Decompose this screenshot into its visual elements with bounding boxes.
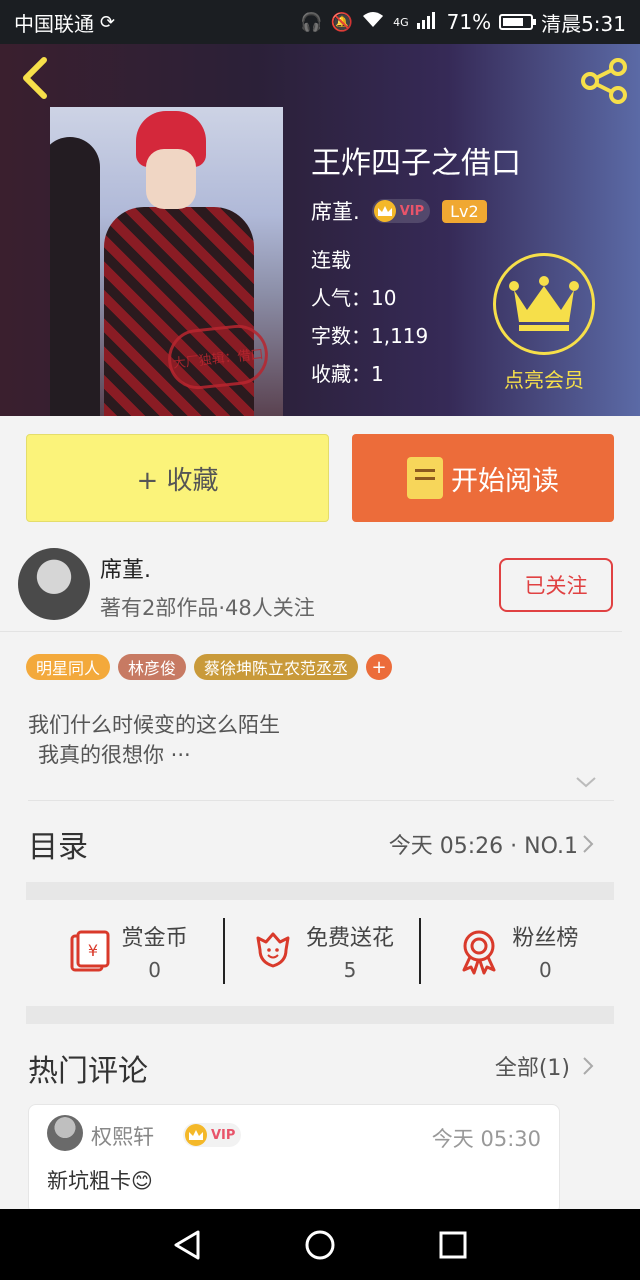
start-reading-button[interactable]: 开始阅读 — [352, 434, 614, 522]
comment-card[interactable]: 权熙轩 VIP 今天 05:30 新坑粗卡😊 — [28, 1104, 560, 1214]
share-icon — [581, 58, 627, 104]
reward-coins[interactable]: ¥ 赏金币 0 — [28, 902, 223, 1000]
share-button[interactable] — [578, 58, 630, 104]
stat-label: 赏金币 — [121, 926, 188, 951]
chevron-down-icon — [576, 777, 596, 788]
headphones-icon: 🎧 — [300, 11, 323, 33]
member-button[interactable] — [493, 253, 595, 355]
comment-text: 新坑粗卡😊 — [47, 1169, 153, 1193]
status-bar: 中国联通 ⟳ 🎧 🔕 4G 71% 清晨5:31 — [0, 0, 640, 44]
level-badge: Lv2 — [442, 199, 487, 223]
stat-value: 0 — [148, 958, 162, 982]
vip-badge: VIP — [371, 199, 431, 223]
author-card-info: 著有2部作品·48人关注 — [100, 596, 315, 620]
author-line: 席堇. VIP Lv2 — [311, 196, 487, 226]
support-stats: ¥ 赏金币 0 免费送花 5 粉丝榜 0 — [28, 902, 614, 1000]
add-tag-button[interactable]: + — [366, 654, 393, 680]
favorites-count: 收藏：1 — [311, 362, 384, 386]
word-count: 字数：1,119 — [311, 324, 429, 348]
triangle-back-icon — [174, 1230, 200, 1259]
stat-label: 粉丝榜 — [512, 926, 579, 951]
author-card[interactable]: 席堇. 著有2部作品·48人关注 已关注 — [0, 540, 622, 632]
serial-status: 连载 — [311, 248, 351, 272]
hot-comments-label: 热门评论 — [28, 1054, 148, 1089]
free-flowers[interactable]: 免费送花 5 — [223, 902, 418, 1000]
stat-label: 免费送花 — [305, 926, 394, 951]
summary-line: 我们什么时候变的这么陌生 — [28, 713, 280, 737]
comment-user[interactable]: 权熙轩 — [91, 1121, 154, 1151]
book-summary: 我们什么时候变的这么陌生 我真的很想你 ··· — [28, 710, 280, 770]
catalog-label: 目录 — [28, 830, 88, 865]
fan-ranking[interactable]: 粉丝榜 0 — [418, 902, 614, 1000]
crown-icon — [373, 200, 396, 222]
battery-percent: 71% — [446, 10, 492, 34]
tag-item[interactable]: 林彦俊 — [118, 654, 187, 680]
square-recents-icon — [439, 1231, 467, 1258]
back-button[interactable] — [18, 56, 58, 100]
vip-label: VIP — [399, 203, 425, 219]
carrier-label: 中国联通 — [14, 11, 94, 36]
hot-comments-header: 热门评论 全部(1) — [0, 1044, 640, 1092]
book-header: 大厂独辑：借口 王炸四子之借口 席堇. VIP Lv2 连载 人气：10 字数：… — [0, 44, 640, 416]
svg-text:¥: ¥ — [88, 941, 98, 960]
crown-icon — [185, 1124, 207, 1146]
summary-line: 我真的很想你 ··· — [38, 743, 191, 767]
book-cover: 大厂独辑：借口 — [50, 107, 283, 416]
battery-icon — [499, 14, 537, 30]
member-label[interactable]: 点亮会员 — [488, 364, 600, 393]
nav-back-button[interactable] — [167, 1225, 207, 1265]
divider — [28, 800, 614, 801]
stat-value: 5 — [343, 958, 357, 982]
wifi-icon — [361, 11, 385, 34]
circle-home-icon — [305, 1230, 335, 1259]
medal-icon — [462, 930, 496, 975]
popularity: 人气：10 — [311, 286, 397, 310]
crown-icon — [509, 276, 579, 331]
follow-button[interactable]: 已关注 — [499, 558, 613, 612]
tag-item[interactable]: 明星同人 — [26, 654, 111, 680]
book-details: + 收藏 开始阅读 席堇. 著有2部作品·48人关注 已关注 明星同人 林彦俊 … — [0, 416, 640, 1214]
chevron-right-icon — [583, 835, 594, 853]
vip-label: VIP — [211, 1127, 236, 1143]
author-name[interactable]: 席堇. — [311, 196, 360, 226]
signal-icon — [416, 11, 439, 34]
book-icon — [407, 457, 443, 499]
vip-badge: VIP — [183, 1123, 242, 1147]
expand-button[interactable] — [574, 772, 598, 792]
network-type: 4G — [393, 15, 409, 29]
latest-chapter: 今天 05:26 · NO.1 — [388, 834, 578, 859]
stat-value: 0 — [538, 958, 552, 982]
mute-icon: 🔕 — [330, 11, 354, 33]
tag-list: 明星同人 林彦俊 蔡徐坤陈立农范丞丞 + — [26, 654, 393, 680]
red-envelope-icon: ¥ — [70, 930, 110, 972]
chevron-right-icon[interactable] — [582, 1056, 594, 1076]
avatar[interactable] — [18, 548, 90, 620]
section-divider — [26, 882, 614, 900]
comment-time: 今天 05:30 — [431, 1127, 541, 1151]
tag-item[interactable]: 蔡徐坤陈立农范丞丞 — [194, 654, 359, 680]
collect-button[interactable]: + 收藏 — [26, 434, 329, 522]
avatar[interactable] — [47, 1115, 83, 1151]
all-comments-link[interactable]: 全部(1) — [495, 1050, 570, 1082]
navigation-bar — [0, 1209, 640, 1280]
book-title: 王炸四子之借口 — [311, 146, 521, 181]
nav-home-button[interactable] — [300, 1225, 340, 1265]
start-reading-label: 开始阅读 — [451, 465, 559, 497]
section-divider — [26, 1006, 614, 1024]
nav-recents-button[interactable] — [433, 1225, 473, 1265]
chevron-left-icon — [23, 57, 47, 99]
catalog-row[interactable]: 目录 今天 05:26 · NO.1 — [0, 814, 640, 876]
clock: 清晨5:31 — [541, 11, 626, 36]
author-card-name: 席堇. — [100, 558, 151, 583]
sync-icon: ⟳ — [100, 11, 116, 33]
flower-icon — [256, 932, 290, 968]
